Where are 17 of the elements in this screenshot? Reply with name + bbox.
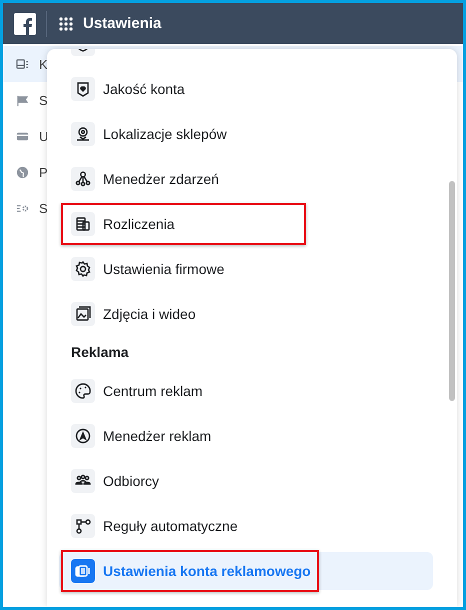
- menu-label: Centrum reklam: [103, 382, 203, 398]
- menu-label: Jakość konta: [103, 80, 185, 96]
- sidebar-label: S: [39, 200, 48, 216]
- sidebar-label: P: [39, 164, 48, 180]
- page-title: Ustawienia: [83, 15, 162, 32]
- sidebar-label: S: [39, 92, 48, 108]
- menu-label: Lokalizacje sklepów: [103, 126, 227, 142]
- sidebar-label: K: [39, 56, 48, 72]
- menu-label: Zdjęcia i wideo: [103, 306, 196, 322]
- menu-label: Odbiorcy: [103, 472, 160, 488]
- menu-label: Ustawienia konta reklamowego: [103, 562, 311, 578]
- menu-label: Menedżer zdarzeń: [103, 170, 219, 186]
- menu-label: Ustawienia firmowe: [103, 260, 224, 276]
- menu-label: Rozliczenia: [103, 216, 175, 232]
- section-heading: Reklama: [70, 343, 130, 362]
- menu-label: Menedżer reklam: [103, 428, 212, 444]
- menu-label: Reguły automatyczne: [103, 518, 238, 534]
